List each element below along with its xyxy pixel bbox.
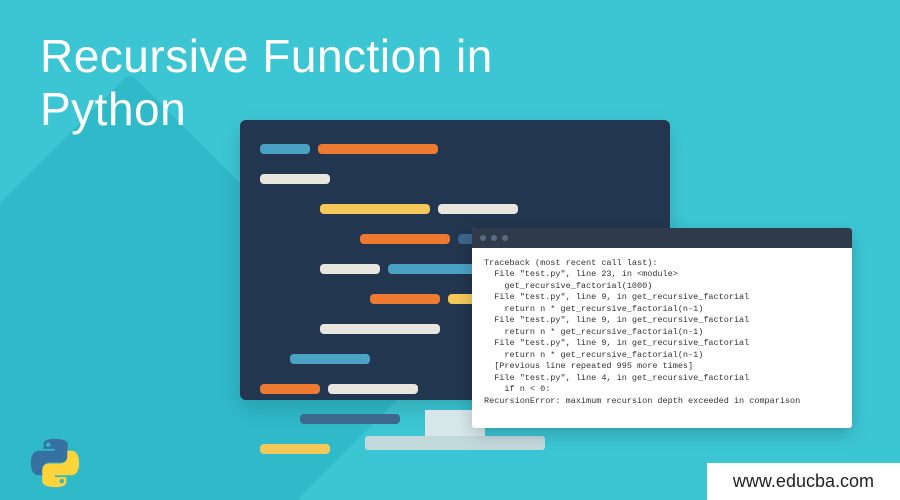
traceback-line: File "test.py", line 4, in get_recursive… <box>484 373 749 383</box>
traceback-line: File "test.py", line 23, in <module> <box>484 269 678 279</box>
terminal-titlebar <box>472 228 852 248</box>
traceback-line: if n < 0: <box>484 384 550 394</box>
traceback-line: Traceback (most recent call last): <box>484 258 657 268</box>
terminal-output: Traceback (most recent call last): File … <box>472 248 852 417</box>
traceback-line: return n * get_recursive_factorial(n-1) <box>484 327 703 337</box>
window-control-dot <box>502 235 508 241</box>
traceback-line: get_recursive_factorial(1000) <box>484 281 652 291</box>
traceback-line: RecursionError: maximum recursion depth … <box>484 396 800 406</box>
monitor-base <box>365 436 545 450</box>
traceback-line: File "test.py", line 9, in get_recursive… <box>484 315 749 325</box>
traceback-line: return n * get_recursive_factorial(n-1) <box>484 304 703 314</box>
traceback-line: return n * get_recursive_factorial(n-1) <box>484 350 703 360</box>
window-control-dot <box>480 235 486 241</box>
website-url: www.educba.com <box>707 463 900 500</box>
python-logo-icon <box>30 438 80 488</box>
traceback-line: File "test.py", line 9, in get_recursive… <box>484 292 749 302</box>
terminal-window: Traceback (most recent call last): File … <box>472 228 852 428</box>
banner-container: Recursive Function in Python Traceback (… <box>0 0 900 500</box>
traceback-line: [Previous line repeated 995 more times] <box>484 361 693 371</box>
traceback-line: File "test.py", line 9, in get_recursive… <box>484 338 749 348</box>
python-icon <box>30 438 80 488</box>
title-line-1: Recursive Function in <box>40 30 493 83</box>
window-control-dot <box>491 235 497 241</box>
